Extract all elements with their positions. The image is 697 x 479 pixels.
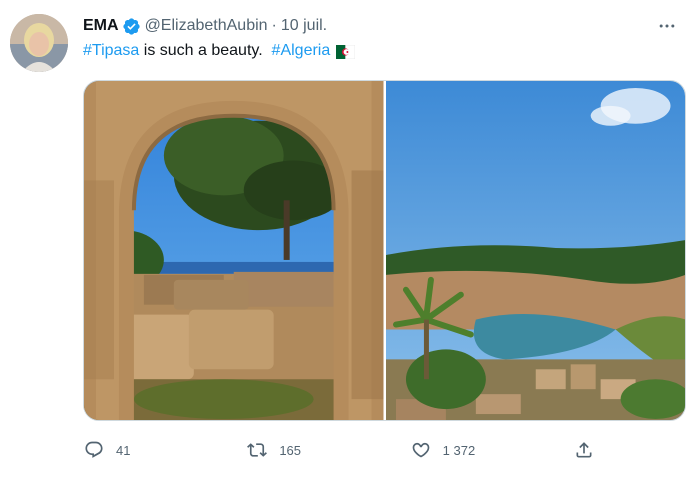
tweet: EMA @ElizabethAubin · 10 juil. #Tipasa i… <box>0 0 697 479</box>
tweet-text: #Tipasa is such a beauty. #Algeria <box>83 40 356 62</box>
hashtag-tipasa[interactable]: #Tipasa <box>83 40 139 62</box>
reply-button[interactable]: 41 <box>76 440 236 460</box>
tweet-header: EMA @ElizabethAubin · 10 juil. <box>83 14 327 38</box>
retweet-count: 165 <box>279 442 302 458</box>
retweet-icon <box>247 443 268 457</box>
tweet-date[interactable]: 10 juil. <box>281 17 327 35</box>
like-count: 1 372 <box>442 442 476 458</box>
like-button[interactable]: 1 372 <box>403 440 563 460</box>
photo-coastal-cove[interactable] <box>385 81 685 420</box>
heart-icon <box>412 442 429 458</box>
handle[interactable]: @ElizabethAubin <box>145 17 268 35</box>
tweet-media <box>83 80 686 421</box>
verified-badge-icon <box>122 17 141 36</box>
tweet-text-body: is such a beauty. <box>139 42 272 59</box>
tweet-actions: 41 165 1 372 <box>76 434 606 466</box>
separator: · <box>271 17 277 34</box>
display-name[interactable]: EMA <box>83 17 119 35</box>
photo-stone-arch[interactable] <box>84 81 384 420</box>
retweet-button[interactable]: 165 <box>239 440 399 460</box>
reply-count: 41 <box>116 442 131 458</box>
more-options-icon[interactable] <box>655 14 679 38</box>
share-button[interactable] <box>566 440 606 460</box>
hashtag-algeria[interactable]: #Algeria <box>272 40 331 62</box>
reply-icon <box>85 441 103 458</box>
share-icon <box>576 442 592 458</box>
avatar[interactable] <box>10 14 68 72</box>
algeria-flag-icon <box>336 44 356 60</box>
